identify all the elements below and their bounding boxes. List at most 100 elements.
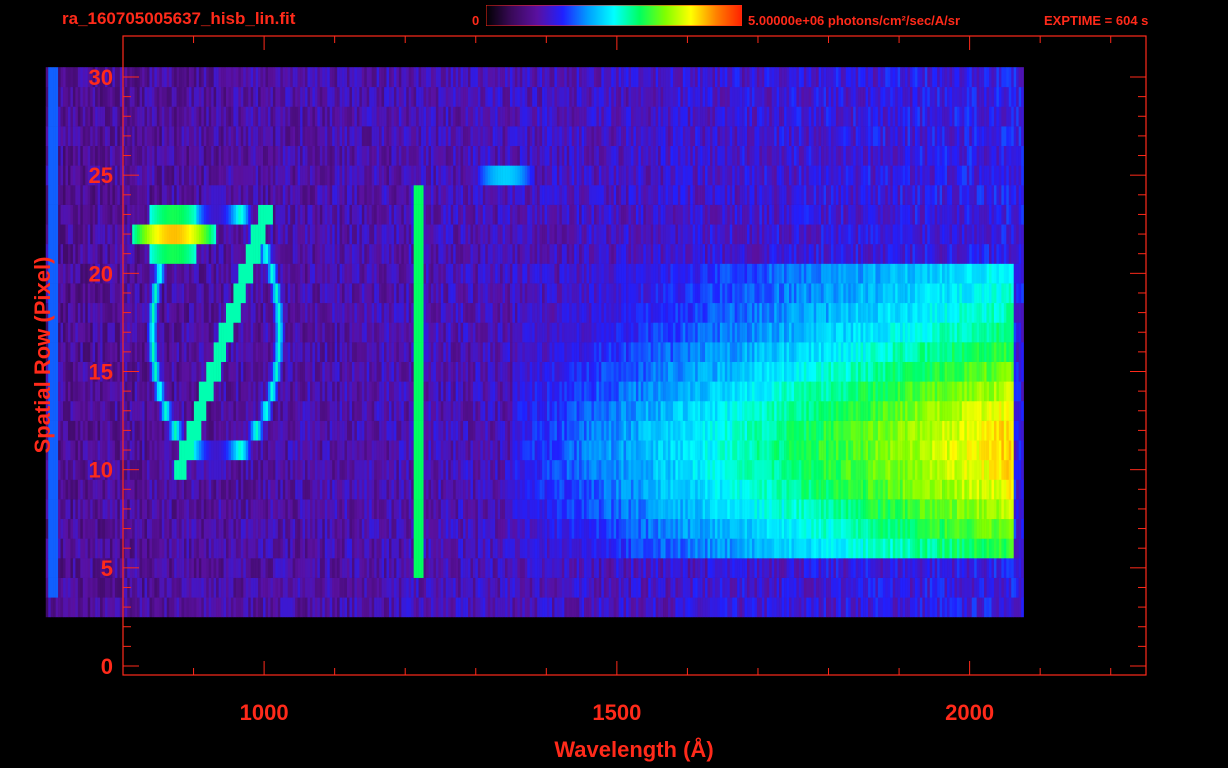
heatmap-cell	[944, 518, 948, 539]
heatmap-cell	[411, 400, 414, 421]
heatmap-cell	[966, 420, 970, 441]
heatmap-cell	[616, 420, 619, 441]
heatmap-cell	[875, 538, 879, 559]
heatmap-cell	[327, 479, 331, 500]
heatmap-cell	[342, 538, 345, 559]
heatmap-cell	[670, 400, 674, 421]
heatmap-cell	[50, 558, 54, 578]
heatmap-cell	[386, 597, 390, 618]
heatmap-cell	[169, 400, 172, 421]
heatmap-cell	[263, 479, 266, 500]
heatmap-cell	[438, 459, 442, 480]
heatmap-cell	[487, 361, 491, 382]
heatmap-cell	[947, 577, 950, 598]
heatmap-cell	[811, 420, 815, 441]
heatmap-cell	[495, 479, 498, 500]
heatmap-cell	[779, 459, 782, 480]
heatmap-cell	[58, 459, 61, 480]
heatmap-cell	[939, 597, 943, 618]
heatmap-cell	[272, 479, 276, 500]
heatmap-cell	[566, 577, 570, 598]
heatmap-cell	[905, 381, 908, 402]
heatmap-cell	[623, 400, 627, 421]
heatmap-cell	[949, 538, 953, 559]
heatmap-cell	[114, 420, 118, 441]
heatmap-cell	[206, 479, 210, 500]
heatmap-cell	[645, 597, 649, 618]
heatmap-cell	[895, 459, 898, 480]
heatmap-cell	[90, 420, 93, 441]
heatmap-cell	[759, 440, 763, 461]
heatmap-cell	[739, 577, 743, 598]
heatmap-cell	[682, 459, 686, 480]
heatmap-cell	[912, 518, 916, 539]
heatmap-cell	[991, 597, 995, 618]
heatmap-cell	[95, 577, 98, 598]
heatmap-cell	[243, 361, 247, 382]
heatmap-cell	[707, 518, 711, 539]
heatmap-cell	[238, 440, 242, 461]
heatmap-cell	[702, 400, 706, 421]
heatmap-cell	[801, 459, 805, 480]
heatmap-cell	[974, 440, 977, 461]
heatmap-cell	[45, 597, 49, 618]
heatmap-cell	[203, 420, 207, 441]
heatmap-cell	[663, 440, 666, 461]
heatmap-cell	[443, 479, 447, 500]
heatmap-cell	[322, 479, 326, 500]
heatmap-cell	[58, 499, 61, 520]
heatmap-cell	[786, 420, 790, 441]
heatmap-cell	[509, 400, 513, 421]
heatmap-cell	[858, 577, 861, 598]
heatmap-cell	[1021, 479, 1024, 500]
heatmap-cell	[384, 538, 387, 559]
heatmap-cell	[937, 459, 940, 480]
heatmap-cell	[196, 440, 200, 461]
heatmap-cell	[117, 577, 121, 598]
heatmap-cell	[176, 459, 180, 480]
heatmap-cell	[332, 597, 335, 618]
heatmap-cell	[601, 538, 605, 559]
heatmap-cell	[174, 459, 177, 480]
heatmap-cell	[677, 499, 681, 520]
heatmap-cell	[986, 459, 990, 480]
heatmap-cell	[58, 479, 61, 500]
heatmap-cell	[60, 479, 64, 500]
heatmap-cell	[314, 499, 318, 520]
heatmap-cell	[487, 459, 491, 480]
heatmap-cell	[690, 440, 694, 461]
heatmap-cell	[537, 459, 540, 480]
heatmap-cell	[665, 440, 669, 461]
heatmap-cell	[902, 400, 906, 421]
heatmap-cell	[761, 558, 765, 578]
heatmap-cell	[653, 577, 656, 598]
heatmap-cell	[482, 400, 486, 421]
heatmap-cell	[470, 440, 474, 461]
heatmap-cell	[626, 400, 629, 421]
heatmap-cell	[868, 440, 871, 461]
heatmap-cell	[198, 499, 202, 520]
heatmap-cell	[751, 597, 755, 618]
heatmap-cell	[393, 440, 397, 461]
heatmap-cell	[937, 538, 940, 559]
heatmap-cell	[937, 440, 940, 461]
heatmap-cell	[954, 400, 958, 421]
heatmap-cell	[391, 597, 395, 618]
heatmap-cell	[438, 400, 442, 421]
heatmap-cell	[174, 361, 177, 382]
heatmap-cell	[633, 597, 637, 618]
heatmap-cell	[374, 518, 377, 539]
heatmap-cell	[408, 479, 412, 500]
heatmap-cell	[406, 381, 410, 402]
heatmap-cell	[275, 577, 279, 598]
heatmap-cell	[961, 518, 965, 539]
heatmap-cell	[969, 420, 973, 441]
heatmap-cell	[233, 479, 237, 500]
heatmap-cell	[544, 420, 548, 441]
heatmap-cell	[830, 440, 834, 461]
heatmap-cell	[690, 518, 694, 539]
heatmap-cell	[729, 538, 733, 559]
heatmap-cell	[421, 459, 424, 480]
heatmap-cell	[959, 499, 963, 520]
heatmap-cell	[687, 518, 691, 539]
